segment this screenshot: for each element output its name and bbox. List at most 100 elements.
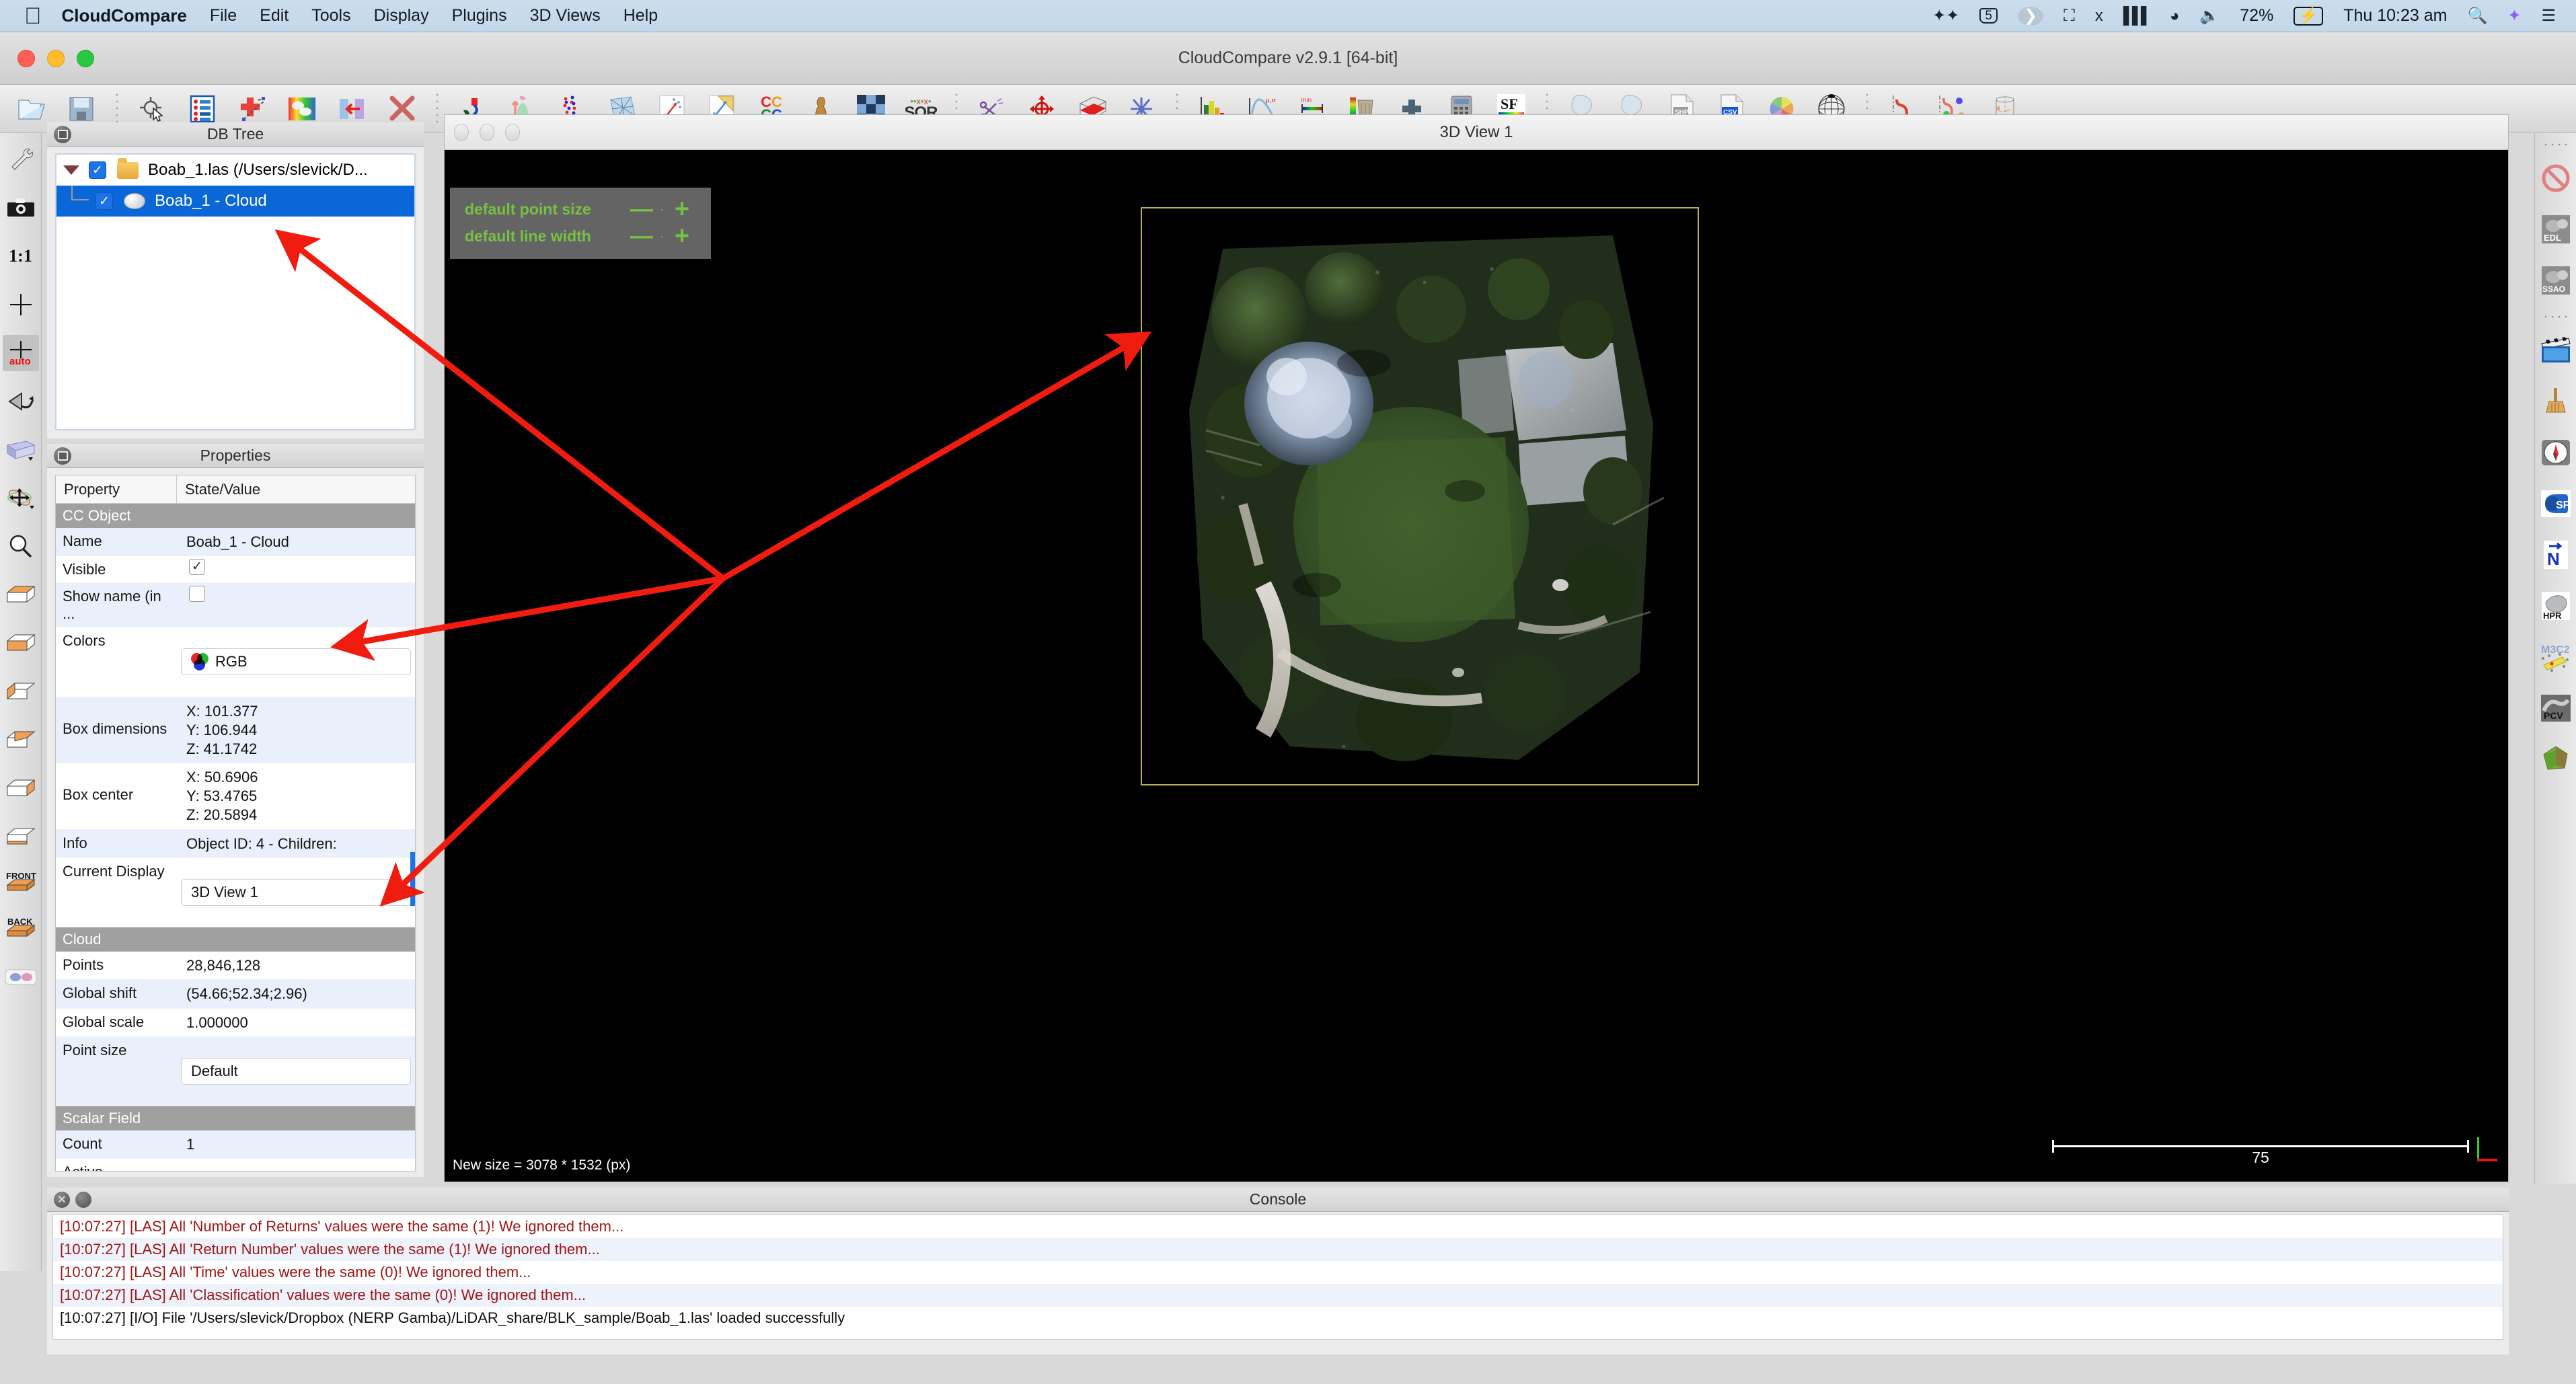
prop-row-current-display: Current Display 3D View 1 [56,858,415,928]
prop-value: Object ID: 4 - Children: [186,835,337,852]
snapshot-camera-button[interactable] [3,190,39,226]
tree-item-cloud[interactable]: ✓ Boab_1 - Cloud [56,186,414,217]
toolbar-drag-handle[interactable] [2542,141,2569,151]
view-iso1-button[interactable] [3,771,39,807]
menu-help[interactable]: Help [623,6,658,26]
apple-menu-icon[interactable]:  [24,5,42,28]
close-window-button[interactable] [17,49,35,67]
zoom-tool-button[interactable] [3,529,39,565]
view-front-button[interactable]: FRONT [3,868,39,901]
line-width-decrease-button[interactable]: — [626,225,657,247]
dropbox-icon[interactable]: ✦✦ [1932,7,1959,24]
view-left-button[interactable] [3,674,39,710]
tree-checkbox[interactable]: ✓ [89,161,106,179]
view-iso2-button[interactable] [3,819,39,855]
point-size-decrease-button[interactable]: — [626,198,657,221]
no-shader-button[interactable] [2538,160,2574,196]
m3c2-button[interactable]: M3C2 [2538,639,2574,675]
view-window-buttons[interactable] [454,123,520,141]
menu-display[interactable]: Display [374,6,429,26]
menu-3d-views[interactable]: 3D Views [530,6,601,26]
db-tree-list[interactable]: ✓ Boab_1.las (/Users/slevick/D... ✓ Boab… [55,153,416,430]
maximize-window-button[interactable] [77,49,94,67]
prop-key: Box center [63,786,134,804]
toolbar-drag-handle-2[interactable] [2542,313,2569,323]
menu-edit[interactable]: Edit [260,6,289,26]
undock-icon[interactable] [54,447,71,465]
orthographic-projection-button[interactable] [3,432,39,468]
global-zoom-wrench-button[interactable] [3,141,39,178]
console-title: Console [1249,1190,1307,1208]
pcv-button[interactable]: PCV [2538,690,2574,726]
broom-cleaner-button[interactable] [2538,383,2574,420]
console-log[interactable]: [10:07:27] [LAS] All 'Number of Returns'… [52,1215,2503,1340]
prop-key: Active [56,1159,177,1171]
chevron-circle-icon[interactable]: ❯ [2017,6,2044,26]
console-line: [10:07:27] [LAS] All 'Number of Returns'… [60,1218,624,1235]
tree-item-file[interactable]: ✓ Boab_1.las (/Users/slevick/D... [56,155,414,186]
hpr-button[interactable]: HPR [2538,588,2574,624]
point-cloud-render[interactable] [1142,208,1698,784]
rotate-view-button[interactable] [3,383,39,420]
line-width-increase-button[interactable]: + [667,223,697,249]
north-arrow-button[interactable]: N [2538,537,2574,573]
svg-text:min: min [1301,97,1312,104]
compass-button[interactable] [2538,434,2574,471]
auto-pivot-button[interactable]: auto [2,335,39,371]
db-tree-title: DB Tree [206,125,264,143]
console-line: [10:07:27] [LAS] All 'Time' values were … [60,1264,531,1280]
scale-bar-line [2052,1140,2469,1153]
show-name-checkbox[interactable] [189,586,205,603]
csf-filter-button[interactable]: SF [2538,486,2574,522]
prop-row-sf-active: Active Intensity [56,1159,415,1171]
menu-file[interactable]: File [210,6,237,26]
tree-checkbox[interactable]: ✓ [96,192,113,210]
prop-row-global-scale: Global scale 1.000000 [56,1009,415,1037]
view-back-button[interactable]: BACK [3,913,39,947]
airplay-icon[interactable]: ⛶ [2063,7,2075,24]
bluetooth-icon[interactable]: x [2095,7,2103,24]
search-icon[interactable]: 🔍 [2467,7,2487,24]
pick-rotation-center-button[interactable] [3,480,39,516]
current-display-combobox[interactable]: 3D View 1 [181,878,411,907]
view-3d-titlebar: 3D View 1 [445,115,2508,150]
stereo-mode-button[interactable] [3,959,39,995]
zoom-one-to-one-button[interactable]: 1:1 [3,238,39,274]
app-menu-title[interactable]: CloudCompare [62,5,187,26]
ssao-shader-button[interactable]: SSAO [2538,262,2574,299]
control-center-icon[interactable]: ☰ [2541,7,2556,24]
close-icon[interactable]: ✕ [54,1191,70,1208]
undock-icon[interactable] [75,1191,91,1208]
menu-plugins[interactable]: Plugins [452,6,507,26]
volume-icon[interactable]: 🔈 [2199,7,2220,24]
undock-icon[interactable] [54,125,71,143]
rgb-icon [191,653,209,671]
minimize-window-button[interactable] [47,49,65,67]
expand-triangle-icon[interactable] [63,165,79,175]
menubar-clock[interactable]: Thu 10:23 am [2343,6,2447,26]
battery-bar-icon[interactable]: ▌▌▌ [2123,7,2152,24]
front-label: FRONT [6,872,36,881]
point-size-combobox[interactable]: Default [181,1057,411,1085]
edl-shader-button[interactable]: EDL [2538,211,2574,247]
siri-icon[interactable]: ✦ [2507,7,2521,24]
window-traffic-lights[interactable] [17,49,94,67]
view-top-button[interactable] [3,577,39,613]
poisson-recon-button[interactable] [2538,741,2574,777]
animation-button[interactable] [2538,332,2574,369]
visible-checkbox[interactable]: ✓ [189,559,205,576]
group-header-cc-object: CC Object [56,504,415,528]
pivot-center-button[interactable] [3,286,39,323]
back-label: BACK [7,917,33,927]
wifi-icon[interactable]: ◕ [2170,7,2180,24]
view-bottom-button[interactable] [3,625,39,662]
gl-canvas[interactable]: default point size — · + default line wi… [445,150,2508,1182]
prop-key: Point size [63,1041,127,1059]
properties-scrollbar[interactable] [410,852,415,906]
menu-tools[interactable]: Tools [311,6,350,26]
open-file-button[interactable] [12,89,51,128]
point-size-increase-button[interactable]: + [667,196,697,222]
shield-5-icon[interactable]: 5 [1979,8,1998,24]
view-right-button[interactable] [3,722,39,759]
colors-combobox[interactable]: RGB [181,648,411,676]
